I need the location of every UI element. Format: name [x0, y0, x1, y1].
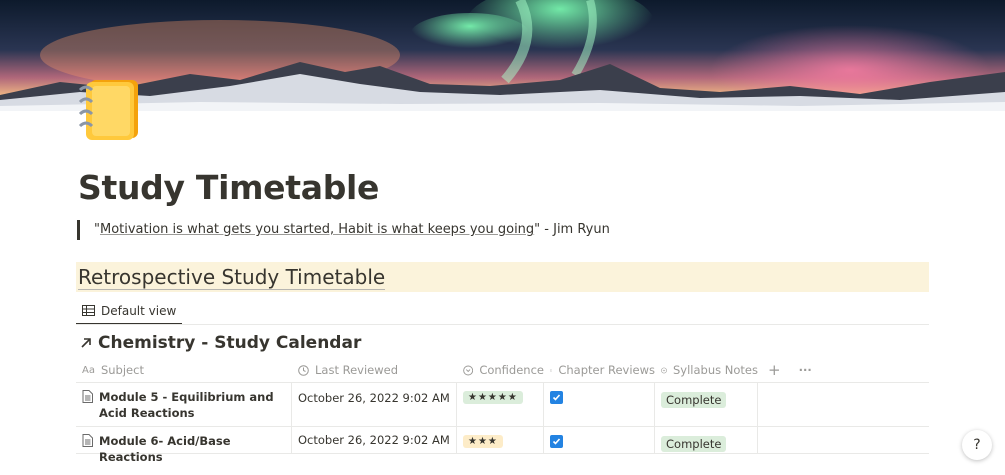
cover-image[interactable] — [0, 0, 1005, 111]
table-icon — [82, 305, 95, 316]
chapter-reviews-checkbox[interactable] — [550, 391, 563, 404]
syllabus-status-tag: Complete — [661, 392, 727, 408]
database-title-text: Chemistry - Study Calendar — [98, 333, 362, 353]
check-icon — [552, 438, 561, 445]
column-label: Last Reviewed — [315, 363, 399, 377]
subject-text: Module 6- Acid/Base Reactions — [99, 434, 231, 464]
confidence-cell[interactable]: ★★★ — [457, 427, 544, 453]
linked-arrow-icon — [81, 338, 91, 348]
page-title[interactable]: Study Timetable — [78, 168, 379, 207]
syllabus-status-tag: Complete — [661, 436, 727, 452]
last-reviewed-cell[interactable]: October 26, 2022 9:02 AM — [292, 427, 457, 453]
subject-cell[interactable]: Module 6- Acid/Base Reactions — [76, 427, 292, 464]
page-icon — [82, 434, 93, 447]
chapter-reviews-checkbox[interactable] — [550, 435, 563, 448]
subject-text: Module 5 - Equilibrium and Acid Reaction… — [99, 390, 274, 420]
quote-attribution: " - Jim Ryun — [534, 222, 610, 237]
database-title[interactable]: Chemistry - Study Calendar — [80, 333, 361, 353]
check-icon — [552, 394, 561, 401]
column-subject[interactable]: Aa Subject — [76, 358, 292, 382]
subject-cell[interactable]: Module 5 - Equilibrium and Acid Reaction… — [76, 383, 292, 426]
column-label: Confidence — [479, 363, 544, 377]
column-label: Chapter Reviews — [558, 363, 655, 377]
help-button[interactable]: ? — [962, 430, 992, 460]
checkbox-property-icon — [550, 368, 553, 372]
tabs-divider — [76, 324, 929, 325]
table-header: Aa Subject Last Reviewed Confidence Chap… — [76, 358, 929, 383]
confidence-cell[interactable]: ★★★★★ — [457, 383, 544, 426]
confidence-tag: ★★★ — [463, 435, 503, 448]
confidence-tag: ★★★★★ — [463, 391, 523, 404]
syllabus-notes-cell[interactable]: Complete — [655, 427, 758, 453]
chapter-reviews-cell — [544, 383, 655, 426]
page-icon — [82, 390, 93, 403]
table-row[interactable]: Module 5 - Equilibrium and Acid Reaction… — [76, 383, 929, 427]
chapter-reviews-cell — [544, 427, 655, 453]
column-syllabus-notes[interactable]: Syllabus Notes — [655, 358, 758, 382]
database-table: Aa Subject Last Reviewed Confidence Chap… — [76, 358, 929, 464]
quote-link[interactable]: Motivation is what gets you started, Hab… — [100, 222, 534, 237]
empty-cell — [758, 383, 929, 426]
add-property-button[interactable]: + — [768, 361, 781, 379]
column-label: Syllabus Notes — [673, 363, 758, 377]
tab-label: Default view — [101, 303, 177, 318]
tab-default-view[interactable]: Default view — [76, 298, 183, 325]
column-confidence[interactable]: Confidence — [457, 358, 544, 382]
column-label: Subject — [100, 363, 144, 377]
last-reviewed-cell[interactable]: October 26, 2022 9:02 AM — [292, 383, 457, 426]
column-chapter-reviews[interactable]: Chapter Reviews — [544, 358, 655, 382]
select-icon — [661, 367, 667, 373]
aurora-landscape-graphic — [0, 0, 1005, 111]
text-property-icon: Aa — [82, 364, 95, 376]
empty-cell — [758, 427, 929, 453]
column-actions: + ··· — [758, 358, 929, 382]
notebook-icon[interactable] — [76, 76, 142, 142]
column-last-reviewed[interactable]: Last Reviewed — [292, 358, 457, 382]
section-heading-block: Retrospective Study Timetable — [76, 262, 929, 292]
syllabus-notes-cell[interactable]: Complete — [655, 383, 758, 426]
section-heading[interactable]: Retrospective Study Timetable — [78, 265, 386, 290]
quote-block[interactable]: "Motivation is what gets you started, Ha… — [77, 220, 610, 240]
select-icon — [463, 365, 474, 375]
clock-icon — [298, 364, 309, 376]
more-options-button[interactable]: ··· — [799, 363, 812, 377]
table-row[interactable]: Module 6- Acid/Base Reactions October 26… — [76, 427, 929, 464]
